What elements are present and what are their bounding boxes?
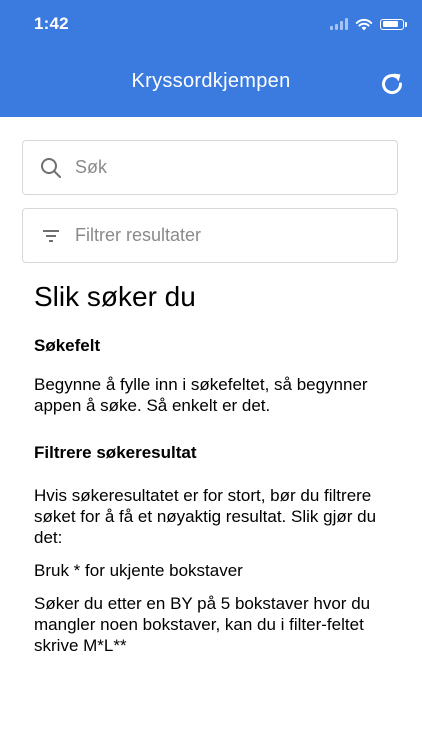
filter-placeholder: Filtrer resultater bbox=[75, 225, 202, 245]
refresh-icon[interactable] bbox=[378, 70, 406, 98]
app-header: 1:42 Kryssordkjempen bbox=[0, 0, 422, 117]
help-title: Slik søker du bbox=[34, 281, 196, 312]
wifi-icon bbox=[355, 18, 373, 30]
filter-example: Søker du etter en BY på 5 bokstaver hvor… bbox=[34, 594, 371, 655]
section-heading-filter: Filtrere søkeresultat bbox=[34, 443, 197, 462]
section-text-search-field: Begynne å fylle inn i søkefeltet, så beg… bbox=[34, 375, 368, 415]
filter-tip: Bruk * for ukjente bokstaver bbox=[34, 561, 243, 580]
section-heading-search-field: Søkefelt bbox=[34, 336, 101, 355]
filter-icon bbox=[40, 225, 62, 247]
section-text-filter: Hvis søkeresultatet er for stort, bør du… bbox=[34, 486, 377, 547]
search-icon bbox=[40, 157, 62, 179]
search-input[interactable]: Søk bbox=[22, 140, 398, 195]
search-placeholder: Søk bbox=[75, 157, 108, 177]
app-title: Kryssordkjempen bbox=[131, 70, 291, 92]
status-time: 1:42 bbox=[34, 14, 69, 33]
signal-icon bbox=[330, 18, 348, 30]
help-content: Slik søker du Søkefelt Begynne å fylle i… bbox=[34, 278, 394, 668]
battery-level bbox=[382, 21, 399, 27]
battery-icon bbox=[380, 18, 407, 30]
status-icons bbox=[330, 15, 407, 33]
filter-input[interactable]: Filtrer resultater bbox=[22, 208, 398, 263]
